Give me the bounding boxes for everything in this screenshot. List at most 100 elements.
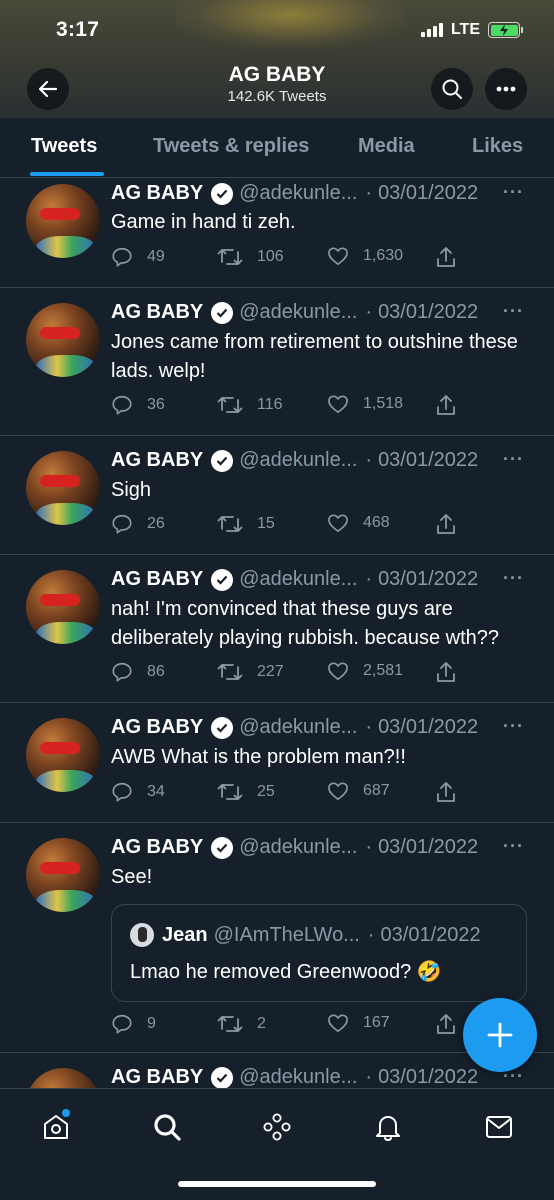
tweet[interactable]: AG BABY @adekunle... · 03/01/2022 ··· na…: [0, 555, 554, 703]
reply-button[interactable]: 34: [111, 781, 165, 803]
retweet-button[interactable]: 227: [217, 661, 284, 683]
tab-likes[interactable]: Likes: [472, 135, 523, 158]
avatar[interactable]: [26, 570, 100, 644]
reply-count: 34: [147, 783, 165, 800]
tweet-more-icon[interactable]: ···: [503, 449, 524, 470]
tweet-date[interactable]: 03/01/2022: [378, 568, 478, 591]
tweet-more-icon[interactable]: ···: [503, 182, 524, 203]
avatar[interactable]: [26, 1068, 100, 1088]
status-time: 3:17: [56, 18, 100, 41]
like-button[interactable]: 687: [327, 781, 390, 801]
verified-badge-icon: [211, 182, 234, 205]
reply-button[interactable]: 9: [111, 1013, 156, 1035]
like-icon: [328, 662, 348, 680]
reply-button[interactable]: 49: [111, 246, 165, 268]
author-name[interactable]: AG BABY: [111, 568, 203, 591]
like-button[interactable]: 1,518: [327, 394, 403, 414]
nav-spaces[interactable]: [257, 1107, 297, 1147]
tweet-more-icon[interactable]: ···: [503, 568, 524, 589]
nav-home[interactable]: [36, 1107, 76, 1147]
reply-button[interactable]: 86: [111, 661, 165, 683]
spaces-icon: [263, 1113, 291, 1141]
like-button[interactable]: 2,581: [327, 661, 403, 681]
author-name[interactable]: AG BABY: [111, 716, 203, 739]
like-count: 687: [363, 782, 390, 799]
reply-icon: [112, 395, 132, 415]
reply-icon: [112, 247, 132, 267]
tab-tweets[interactable]: Tweets: [31, 135, 97, 158]
quoted-tweet[interactable]: Jean @IAmTheLWo... · 03/01/2022 Lmao he …: [111, 904, 527, 1002]
nav-messages[interactable]: [479, 1107, 519, 1147]
tweet-date[interactable]: 03/01/2022: [378, 301, 478, 324]
avatar[interactable]: [26, 303, 100, 377]
retweet-button[interactable]: 15: [217, 513, 275, 535]
like-button[interactable]: 1,630: [327, 246, 403, 266]
tweet-more-icon[interactable]: ···: [503, 301, 524, 322]
more-button[interactable]: [485, 68, 527, 110]
tweet[interactable]: AG BABY @adekunle... · 03/01/2022 ··· Ga…: [0, 178, 554, 288]
avatar[interactable]: [26, 451, 100, 525]
tweet-actions: 36 116 1,518: [111, 394, 531, 420]
retweet-button[interactable]: 116: [217, 394, 283, 416]
tweet[interactable]: AG BABY @adekunle... · 03/01/2022 ··· Jo…: [0, 288, 554, 436]
quoted-tweet-text: Lmao he removed Greenwood? 🤣: [130, 961, 442, 983]
reply-button[interactable]: 26: [111, 513, 165, 535]
tweet-more-icon[interactable]: ···: [503, 716, 524, 737]
share-button[interactable]: [435, 394, 457, 416]
search-button[interactable]: [431, 68, 473, 110]
retweet-button[interactable]: 25: [217, 781, 275, 803]
tweet-date[interactable]: 03/01/2022: [378, 182, 478, 205]
nav-notifications[interactable]: [368, 1107, 408, 1147]
tweet[interactable]: AG BABY @adekunle... · 03/01/2022 ··· Si…: [0, 436, 554, 555]
like-count: 1,518: [363, 395, 404, 412]
tweet[interactable]: AG BABY @adekunle... · 03/01/2022 ··· AW…: [0, 703, 554, 823]
tweet-date[interactable]: 03/01/2022: [378, 1066, 478, 1088]
share-button[interactable]: [435, 1013, 457, 1035]
home-indicator: [178, 1181, 376, 1187]
profile-header: 3:17 LTE AG BABY 142.6K Tweets: [0, 0, 554, 118]
network-label: LTE: [450, 21, 480, 38]
profile-tabs: Tweets Tweets & replies Media Likes: [0, 118, 554, 178]
share-button[interactable]: [435, 246, 457, 268]
tab-tweets-replies[interactable]: Tweets & replies: [153, 135, 309, 158]
verified-badge-icon: [211, 716, 234, 739]
author-handle: @adekunle...: [239, 182, 358, 204]
avatar[interactable]: [26, 718, 100, 792]
avatar[interactable]: [26, 184, 100, 258]
retweet-button[interactable]: 2: [217, 1013, 266, 1035]
reply-button[interactable]: 36: [111, 394, 165, 416]
tweet-feed[interactable]: AG BABY @adekunle... · 03/01/2022 ··· Ga…: [0, 178, 554, 1088]
avatar[interactable]: [26, 838, 100, 912]
nav-explore[interactable]: [147, 1107, 187, 1147]
retweet-count: 227: [257, 663, 284, 680]
verified-badge-icon: [211, 568, 234, 591]
tweet-date[interactable]: 03/01/2022: [378, 716, 478, 739]
author-name[interactable]: AG BABY: [111, 182, 203, 205]
tweet-date[interactable]: 03/01/2022: [378, 449, 478, 472]
like-icon: [328, 514, 348, 532]
author-name[interactable]: AG BABY: [111, 449, 203, 472]
share-button[interactable]: [435, 781, 457, 803]
compose-tweet-button[interactable]: [463, 998, 537, 1072]
reply-count: 9: [147, 1015, 156, 1032]
author-name[interactable]: AG BABY: [111, 836, 203, 859]
tweet-text: nah! I'm convinced that these guys are d…: [111, 598, 500, 649]
tweet-header: AG BABY @adekunle... · 03/01/2022: [111, 449, 479, 472]
retweet-button[interactable]: 106: [217, 246, 284, 268]
like-button[interactable]: 167: [327, 1013, 390, 1033]
author-name[interactable]: AG BABY: [111, 1066, 203, 1088]
quoted-tweet-date: 03/01/2022: [380, 923, 481, 946]
quoted-author-name: Jean: [162, 923, 208, 946]
reply-icon: [112, 662, 132, 682]
tweet-date[interactable]: 03/01/2022: [378, 836, 478, 859]
tweet-more-icon[interactable]: ···: [503, 836, 524, 857]
share-button[interactable]: [435, 513, 457, 535]
like-button[interactable]: 468: [327, 513, 390, 533]
tweet-text: Jones came from retirement to outshine t…: [111, 331, 518, 382]
tab-media[interactable]: Media: [358, 135, 415, 158]
reply-count: 36: [147, 396, 165, 413]
share-button[interactable]: [435, 661, 457, 683]
share-icon: [437, 247, 455, 267]
quoted-author-handle: @IAmTheLWo...: [213, 923, 360, 946]
author-name[interactable]: AG BABY: [111, 301, 203, 324]
